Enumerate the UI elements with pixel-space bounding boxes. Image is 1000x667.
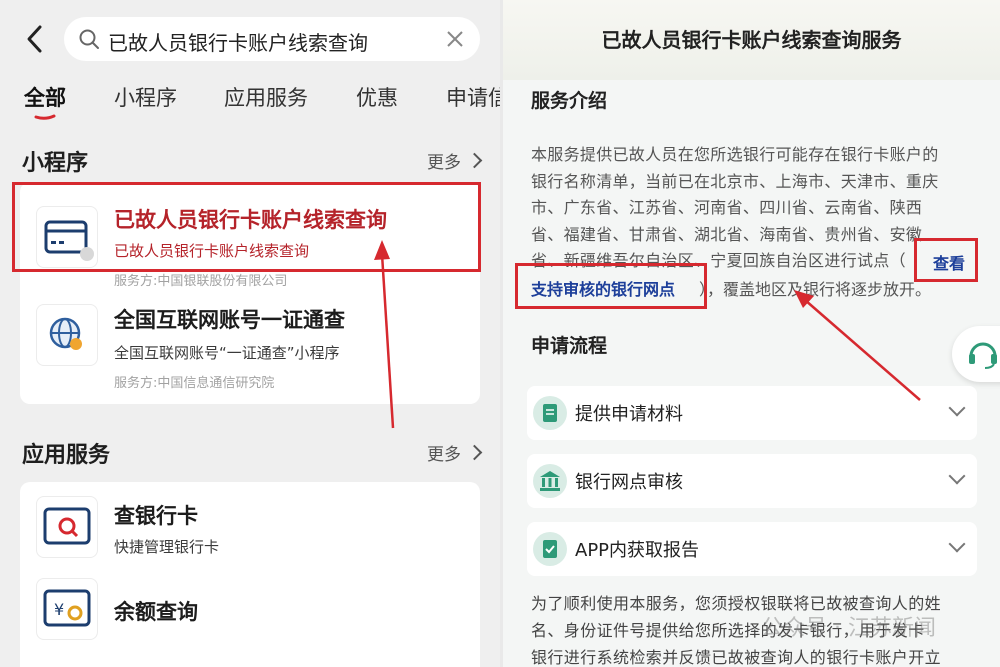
app-services-more-link[interactable]: 更多	[427, 440, 483, 465]
tab-offers[interactable]: 优惠	[356, 82, 398, 112]
step-label: 银行网点审核	[575, 472, 683, 493]
report-icon	[533, 532, 567, 566]
step-provide-materials[interactable]: 提供申请材料	[527, 386, 977, 440]
document-icon	[533, 396, 567, 430]
item-title: 全国互联网账号一证通查	[114, 308, 345, 332]
tab-apply[interactable]: 申请信	[446, 82, 500, 112]
step-label: APP内获取报告	[575, 540, 700, 561]
page-title: 已故人员银行卡账户线索查询服务	[601, 28, 902, 52]
item-provider: 服务方:中国银联股份有限公司	[114, 274, 288, 289]
mini-programs-heading: 小程序	[22, 151, 89, 176]
highlight-box-view	[914, 238, 978, 282]
process-heading: 申请流程	[531, 335, 608, 357]
step-label: 提供申请材料	[575, 404, 683, 425]
back-arrow-icon[interactable]	[22, 22, 48, 56]
item-provider: 服务方:中国信息通信研究院	[114, 376, 275, 391]
search-bar[interactable]: 已故人员银行卡账户线索查询	[64, 17, 480, 61]
highlight-box-mini-program	[12, 182, 481, 272]
item-title: 查银行卡	[114, 504, 198, 528]
clear-icon[interactable]	[444, 28, 466, 50]
tab-mini-programs[interactable]: 小程序	[114, 82, 177, 112]
app-service-item-check-bank-card[interactable]: 查银行卡 快捷管理银行卡	[20, 482, 480, 570]
bank-icon	[533, 464, 567, 498]
service-intro-text: 本服务提供已故人员在您所选银行可能存在银行卡账户的 银行名称清单，当前已在北京市…	[531, 145, 939, 270]
search-icon	[79, 29, 99, 49]
chevron-right-icon	[466, 152, 483, 169]
tab-app-services[interactable]: 应用服务	[224, 82, 308, 112]
more-label: 更多	[427, 153, 461, 173]
service-detail-panel: 已故人员银行卡账户线索查询服务 服务介绍 本服务提供已故人员在您所选银行可能存在…	[503, 0, 1000, 667]
item-subtitle: 全国互联网账号“一证通查”小程序	[114, 344, 340, 362]
svg-text:¥: ¥	[54, 600, 64, 619]
active-tab-indicator	[34, 114, 56, 120]
step-get-report[interactable]: APP内获取报告	[527, 522, 977, 576]
step-bank-review[interactable]: 银行网点审核	[527, 454, 977, 508]
mini-programs-more-link[interactable]: 更多	[427, 148, 483, 173]
headset-icon	[969, 342, 997, 369]
highlight-box-branches	[515, 263, 707, 309]
chevron-down-icon	[948, 467, 966, 485]
app-services-heading: 应用服务	[22, 443, 111, 468]
service-intro-heading: 服务介绍	[531, 90, 608, 112]
check-card-icon	[36, 496, 98, 558]
globe-app-icon	[36, 304, 98, 366]
more-label: 更多	[427, 445, 461, 465]
watermark: 公众号 · 江苏新闻	[761, 616, 936, 641]
balance-query-icon: ¥	[36, 578, 98, 640]
app-services-card: 查银行卡 快捷管理银行卡 ¥ 余额查询	[20, 482, 480, 667]
app-service-item-balance-query[interactable]: ¥ 余额查询	[20, 574, 480, 654]
item-subtitle: 快捷管理银行卡	[114, 538, 220, 556]
search-input[interactable]: 已故人员银行卡账户线索查询	[108, 27, 368, 56]
customer-service-button[interactable]	[952, 326, 1000, 382]
chevron-down-icon	[948, 399, 966, 417]
result-tabs: 全部 小程序 应用服务 优惠 申请信	[0, 82, 500, 122]
chevron-right-icon	[466, 444, 483, 461]
search-results-panel: 已故人员银行卡账户线索查询 全部 小程序 应用服务 优惠 申请信 小程序 更多	[0, 0, 500, 667]
mini-program-item-internet-account-check[interactable]: 全国互联网账号一证通查 全国互联网账号“一证通查”小程序 服务方:中国信息通信研…	[20, 290, 480, 400]
intro-tail-text: ），覆盖地区及银行将逐步放开。	[699, 280, 932, 299]
chevron-down-icon	[948, 535, 966, 553]
item-title: 余额查询	[114, 600, 198, 624]
tab-all[interactable]: 全部	[24, 82, 66, 112]
